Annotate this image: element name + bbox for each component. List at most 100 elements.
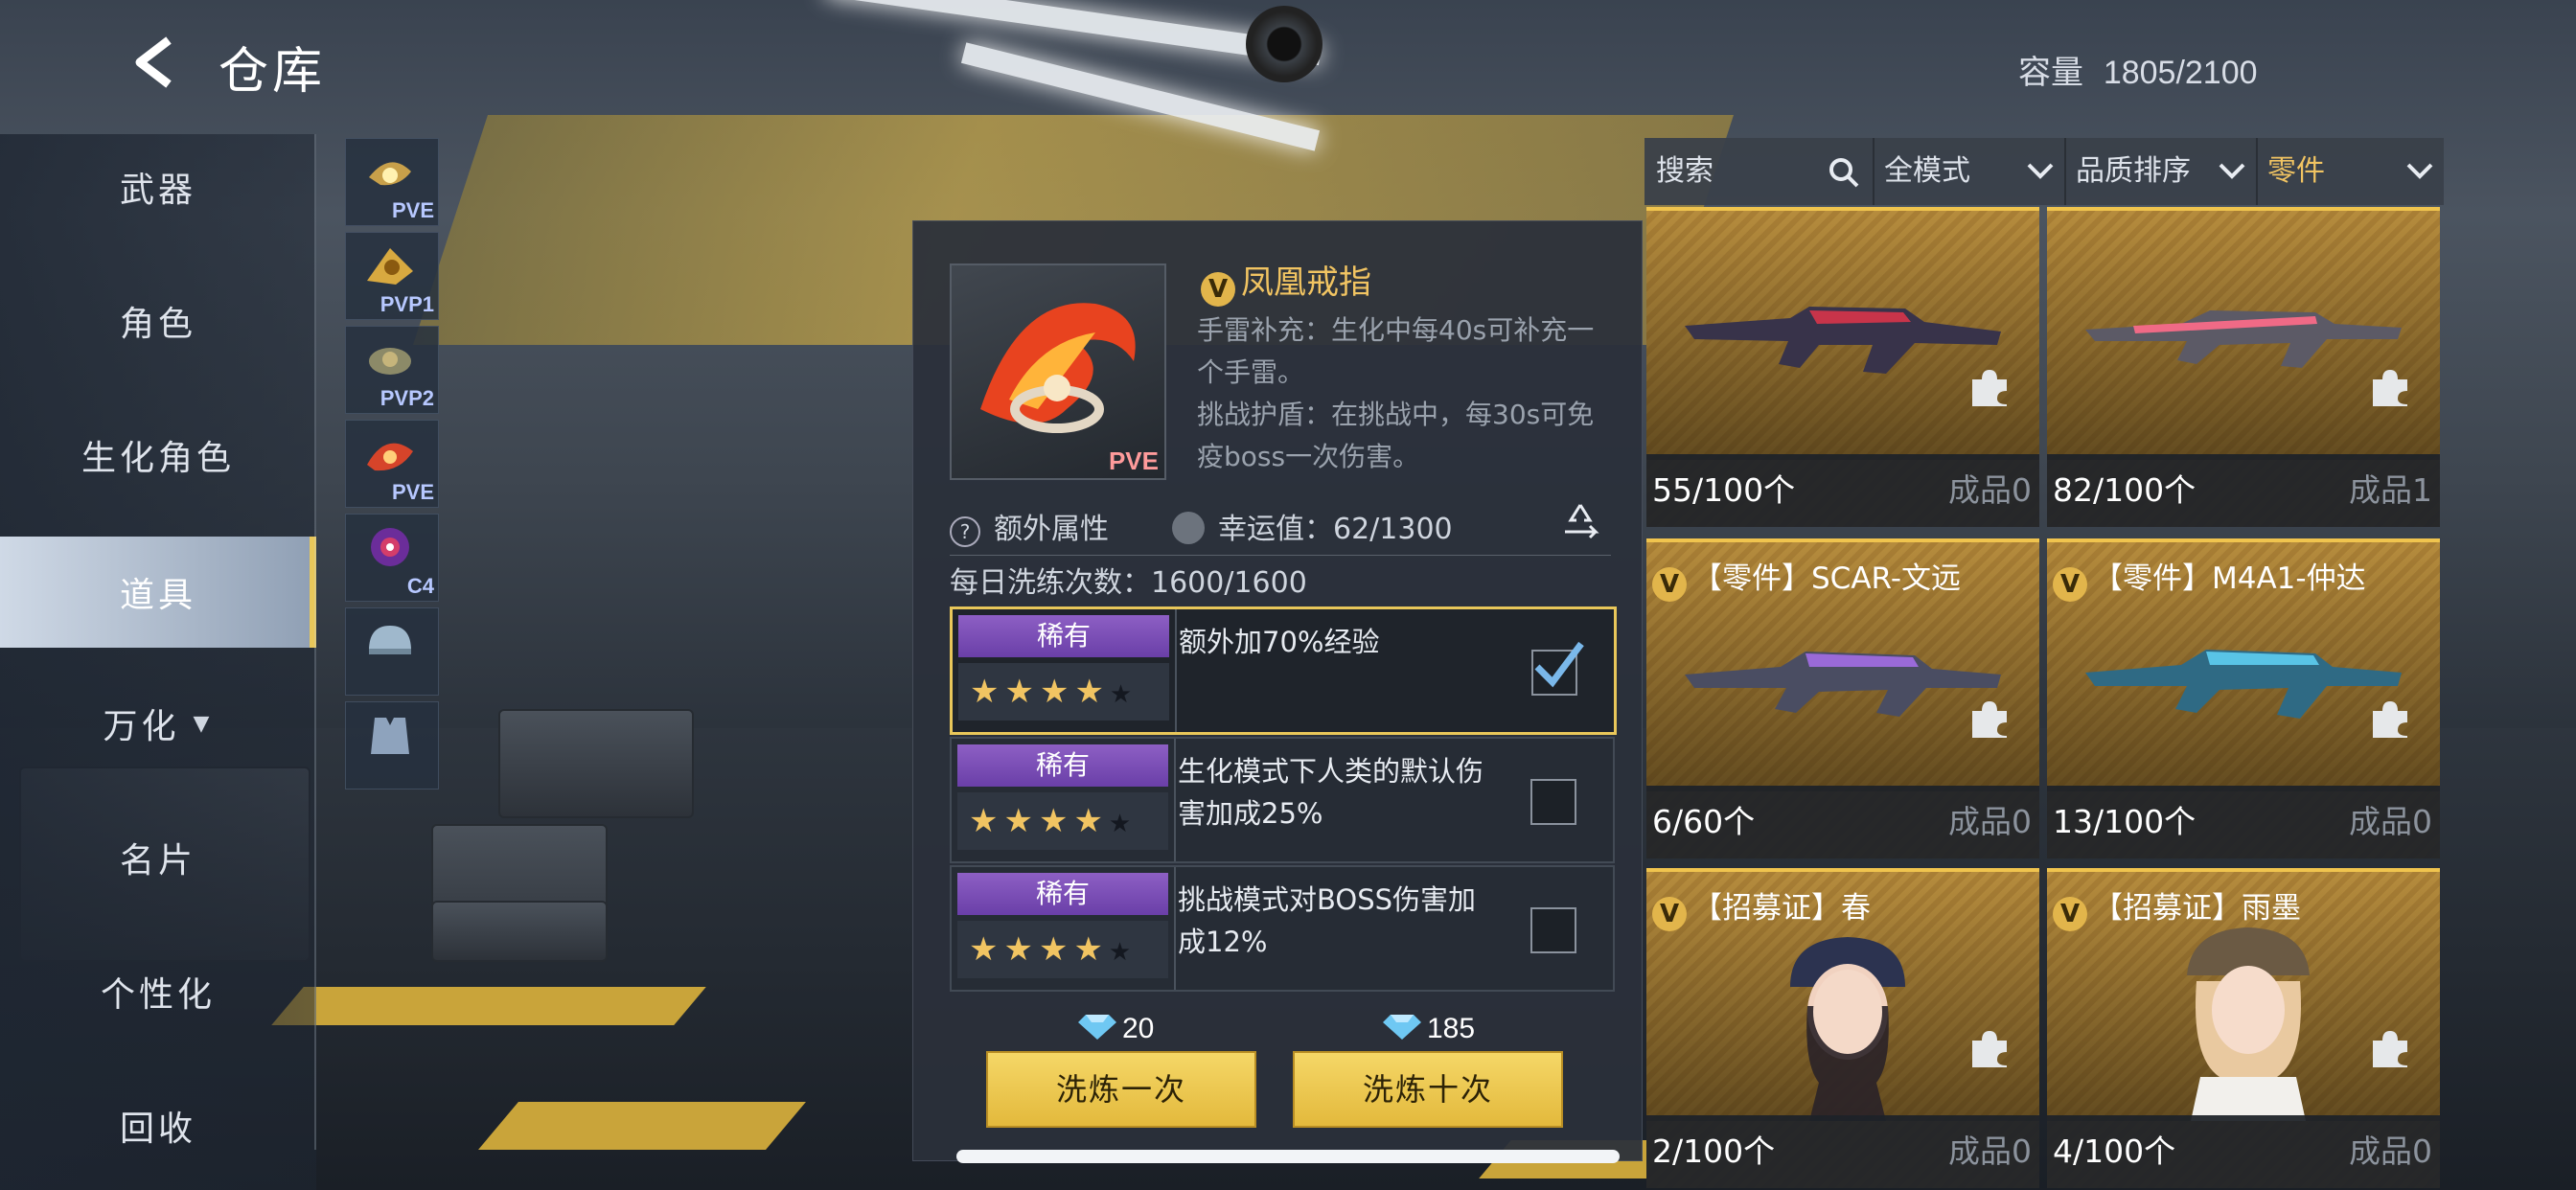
card-product: 成品0	[1948, 471, 2032, 509]
thumb-item[interactable]	[345, 607, 439, 696]
capacity-value: 1805/2100	[2103, 55, 2258, 91]
card-title-text: 【零件】M4A1-仲达	[2093, 561, 2366, 596]
sidebar-item-recycle[interactable]: 回收	[0, 1073, 316, 1179]
sidebar-item-wanhua[interactable]: 万化 ▼	[0, 671, 316, 776]
cost-once: 20	[1078, 1013, 1154, 1045]
sort-dropdown[interactable]: 品质排序	[2066, 138, 2258, 205]
wash-ten-button[interactable]: 洗炼十次	[1293, 1051, 1563, 1128]
vip-badge-icon: Ⅴ	[1652, 567, 1687, 602]
c4-icon	[371, 528, 409, 566]
option-checkbox[interactable]	[1530, 779, 1576, 825]
puzzle-icon	[2373, 1031, 2407, 1067]
card-count: 4/100个	[2053, 1133, 2176, 1170]
thumb-item[interactable]: C4	[345, 514, 439, 602]
category-dropdown[interactable]: 零件	[2258, 138, 2444, 205]
card-footer: 2/100个 成品0	[1646, 1115, 2039, 1188]
card-title-text: 【零件】SCAR-文远	[1692, 561, 1961, 596]
home-indicator[interactable]	[956, 1150, 1620, 1163]
sidebar-item-items[interactable]: 道具	[0, 537, 316, 648]
ring-icon	[369, 162, 411, 186]
rarity-badge: 稀有	[957, 873, 1168, 915]
character-portrait-icon	[2187, 927, 2310, 1121]
stars-filled: ★★★★	[970, 673, 1110, 711]
sidebar-item-label: 生化角色	[80, 439, 235, 478]
sidebar-item-roles[interactable]: 角色	[0, 268, 316, 374]
star-rating: ★★★★★	[958, 663, 1169, 721]
sidebar-item-personalize[interactable]: 个性化	[0, 939, 316, 1044]
ring-icon	[369, 348, 411, 375]
card-count: 13/100个	[2053, 803, 2196, 840]
rifle-icon	[2085, 650, 2402, 719]
divider	[314, 134, 316, 1150]
sidebar-item-weapons[interactable]: 武器	[0, 134, 316, 240]
chevron-left-icon	[135, 36, 172, 88]
extra-attr-label: 额外属性	[994, 513, 1109, 546]
cost-once-value: 20	[1122, 1013, 1155, 1044]
sidebar-item-label: 回收	[119, 1110, 196, 1149]
search-input[interactable]: 搜索	[1644, 138, 1874, 205]
rarity-badge: 稀有	[957, 744, 1168, 787]
item-name-text: 凤凰戒指	[1241, 263, 1371, 302]
recycle-icon[interactable]	[1559, 499, 1601, 541]
thumb-item[interactable]: PVP2	[345, 326, 439, 414]
sidebar-item-label: 武器	[119, 171, 196, 210]
card-footer: 55/100个 成品0	[1646, 454, 2039, 527]
attribute-option[interactable]: 稀有 ★★★★★ 生化模式下人类的默认伤害加成25%	[950, 737, 1615, 863]
help-icon[interactable]: ?	[950, 516, 980, 547]
character-portrait-icon	[1790, 937, 1905, 1121]
star-rating: ★★★★★	[957, 921, 1168, 978]
item-description: 手雷补充：生化中每40s可补充一个手雷。 挑战护盾：在挑战中，每30s可免疫bo…	[1197, 309, 1619, 478]
card-product: 成品0	[2349, 803, 2432, 840]
item-name: Ⅴ 凤凰戒指	[1201, 256, 1371, 307]
card-title-text: 【招募证】春	[1692, 891, 1871, 926]
card-title: Ⅴ 【招募证】春	[1652, 883, 1871, 931]
attribute-option[interactable]: 稀有 ★★★★★ 额外加70%经验	[950, 606, 1617, 735]
vip-badge-icon: Ⅴ	[1652, 897, 1687, 931]
option-checkbox[interactable]	[1531, 641, 1584, 696]
wash-once-button[interactable]: 洗炼一次	[986, 1051, 1256, 1128]
item-card[interactable]: Ⅴ 【招募证】雨墨 4/100个 成品0	[2047, 868, 2440, 1188]
card-title: Ⅴ 【零件】M4A1-仲达	[2053, 554, 2366, 602]
item-card[interactable]: 55/100个 成品0	[1646, 207, 2039, 527]
card-title: Ⅴ 【招募证】雨墨	[2053, 883, 2301, 931]
option-text: 挑战模式对BOSS伤害加成12%	[1178, 883, 1477, 958]
card-footer: 82/100个 成品1	[2047, 454, 2440, 527]
thumb-item[interactable]	[345, 701, 439, 790]
thumb-item[interactable]: PVE	[345, 420, 439, 508]
chevron-down-icon	[2027, 163, 2054, 179]
item-desc-line: 挑战护盾：在挑战中，每30s可免疫boss一次伤害。	[1197, 399, 1595, 472]
stars-filled: ★★★★	[969, 802, 1109, 840]
capacity-label: 容量	[2018, 54, 2083, 92]
sidebar-item-label: 名片	[119, 841, 196, 881]
search-placeholder: 搜索	[1656, 154, 1714, 188]
ring-icon	[367, 443, 413, 471]
puzzle-icon	[2373, 701, 2407, 738]
card-product: 成品1	[2349, 471, 2432, 509]
thumb-label: PVP2	[380, 386, 434, 410]
thumb-label: PVP1	[380, 292, 434, 316]
item-card[interactable]: 82/100个 成品1	[2047, 207, 2440, 527]
puzzle-icon	[1972, 370, 2007, 406]
star-rating: ★★★★★	[957, 792, 1168, 850]
thumb-item[interactable]: PVP1	[345, 232, 439, 320]
chevron-down-icon	[2406, 163, 2433, 179]
sidebar-item-label: 角色	[119, 305, 196, 344]
item-card[interactable]: Ⅴ 【招募证】春 2/100个 成品0	[1646, 868, 2039, 1188]
thumb-item[interactable]: PVE	[345, 138, 439, 226]
puzzle-icon	[1972, 701, 2007, 738]
page-title: 仓库	[218, 43, 327, 101]
sidebar-item-cards[interactable]: 名片	[0, 805, 316, 910]
attribute-option[interactable]: 稀有 ★★★★★ 挑战模式对BOSS伤害加成12%	[950, 865, 1615, 992]
cost-ten-value: 185	[1427, 1013, 1476, 1044]
capacity-readout: 容量 1805/2100	[2018, 46, 2258, 93]
checkmark-icon	[1534, 641, 1584, 688]
back-button[interactable]	[123, 29, 190, 96]
option-checkbox[interactable]	[1530, 907, 1576, 953]
luck-text: 幸运值：62/1300	[1218, 513, 1453, 546]
item-card[interactable]: Ⅴ 【零件】M4A1-仲达 13/100个 成品0	[2047, 538, 2440, 858]
mode-dropdown[interactable]: 全模式	[1874, 138, 2066, 205]
search-icon	[1829, 158, 1859, 188]
item-card[interactable]: Ⅴ 【零件】SCAR-文远 6/60个 成品0	[1646, 538, 2039, 858]
rifle-icon	[2085, 310, 2402, 368]
sidebar-item-bio-roles[interactable]: 生化角色	[0, 402, 316, 508]
